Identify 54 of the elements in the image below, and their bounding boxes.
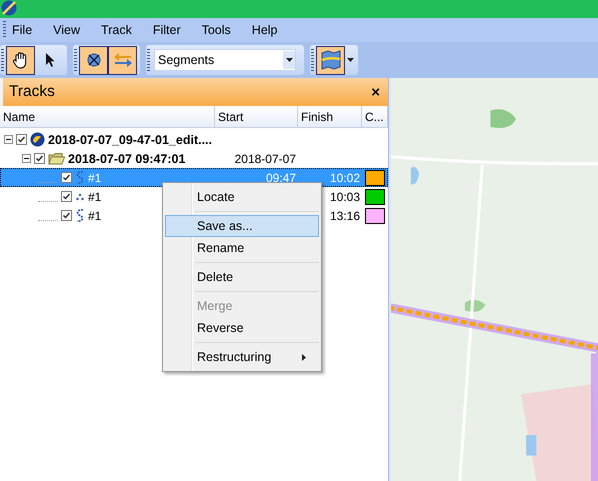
submenu-arrow-icon [302,354,306,360]
finish-time: 10:03 [330,190,360,204]
menu-item[interactable]: Reverse [165,317,319,339]
track-name: #1 [88,208,102,222]
menu-item[interactable]: View [53,23,80,37]
map-icon [320,50,340,70]
menu-item[interactable]: Help [252,23,278,37]
column-header[interactable]: Name [0,106,215,127]
menu-item[interactable]: Save as... [165,215,319,237]
caret-icon [286,58,292,62]
close-button[interactable]: × [371,84,380,100]
cross-button[interactable] [79,46,108,74]
app-icon [1,0,17,16]
color-swatch[interactable] [365,208,385,224]
menu-item[interactable]: Track [101,23,132,37]
menu-item[interactable]: File [12,23,32,37]
menu-item[interactable]: Filter [152,23,181,37]
track-name: #1 [88,170,102,184]
hand-tool-button[interactable] [6,46,35,74]
track-icon [75,170,85,185]
globe-icon [30,132,45,147]
swap-button[interactable] [108,46,137,74]
menu-item[interactable]: Restructuring [165,346,319,368]
color-swatch[interactable] [365,170,385,186]
menu-item[interactable]: Locate [165,186,319,208]
checkbox[interactable] [61,172,72,183]
pointer-icon [44,52,56,68]
collapse-toggle[interactable] [22,154,31,163]
caret-icon [346,58,354,62]
menu-item[interactable]: Rename [165,237,319,259]
checkbox[interactable] [61,210,72,221]
track-name: 2018-07-07_09-47-01_edit.... [48,132,212,146]
track-name: 2018-07-07 09:47:01 [68,152,186,166]
track-name: #1 [88,190,102,204]
checkbox[interactable] [16,134,27,145]
checkbox[interactable] [34,153,45,164]
swap-icon [112,51,132,69]
start-time: 09:47 [266,170,296,184]
collapse-toggle[interactable] [4,135,13,144]
menu-item[interactable]: Delete [165,266,319,288]
finish-time: 13:16 [330,208,360,222]
checkbox[interactable] [61,191,72,202]
map-button[interactable] [316,46,345,74]
start-time: 2018-07-07 [234,152,296,166]
track-icon [75,208,85,223]
cross-icon [84,51,102,69]
folder-icon [48,152,65,165]
color-swatch[interactable] [365,188,385,204]
column-header[interactable]: Finish [298,106,362,127]
segments-dropdown[interactable]: Segments [154,49,296,71]
finish-time: 10:02 [330,170,360,184]
panel-title: Tracks [8,83,55,101]
column-header[interactable]: Start [215,106,298,127]
menu-item[interactable]: Tools [202,23,231,37]
